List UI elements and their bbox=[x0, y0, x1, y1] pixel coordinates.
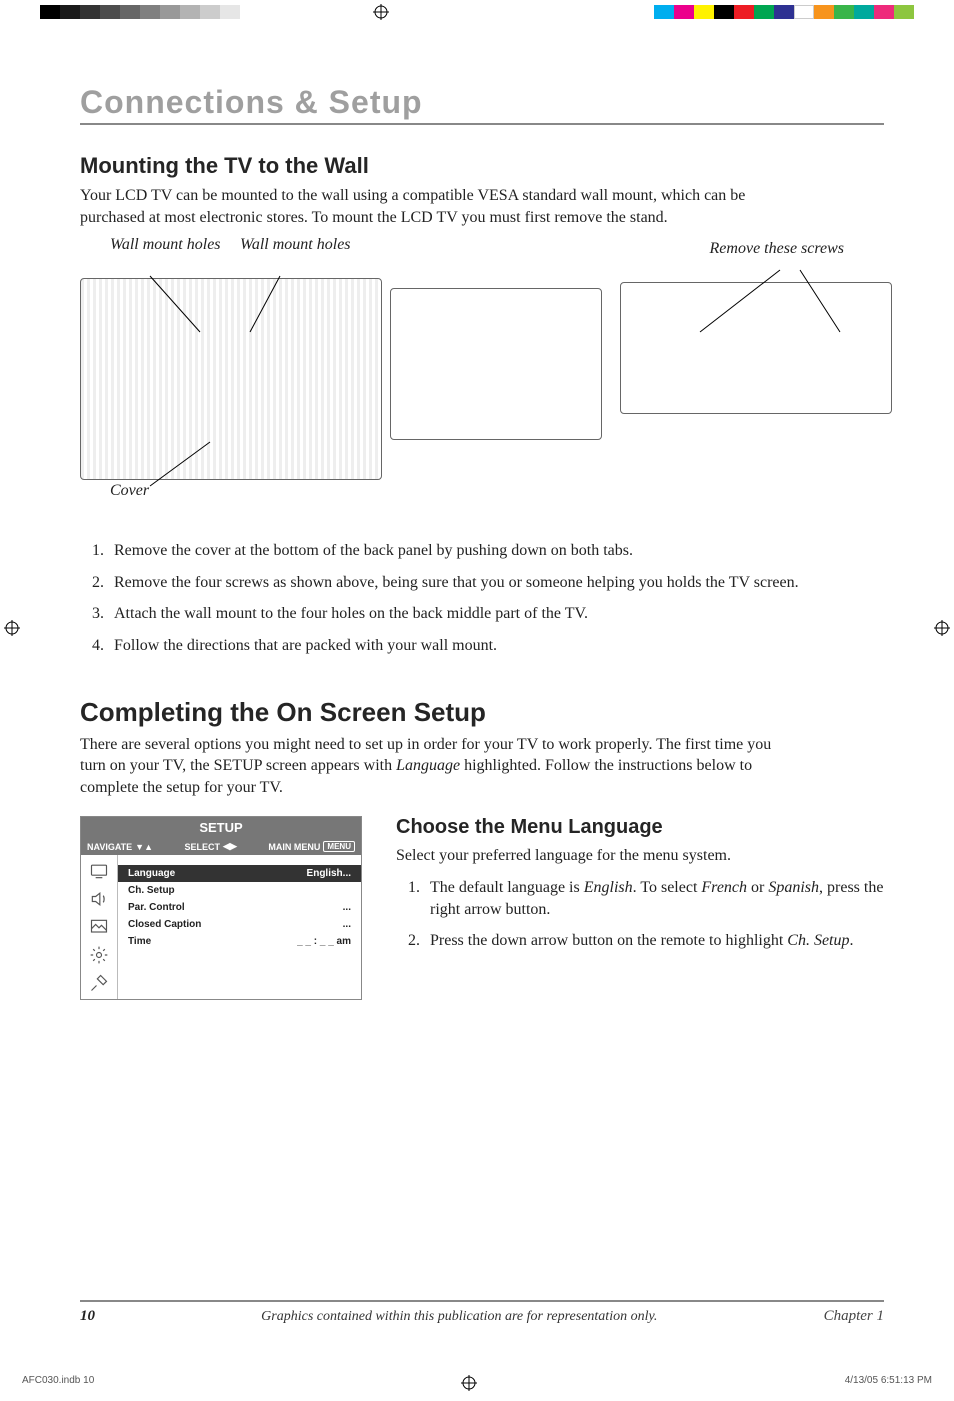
tools-icon bbox=[88, 973, 110, 993]
osd-select-label: SELECT bbox=[185, 842, 221, 852]
list-item: Remove the cover at the bottom of the ba… bbox=[108, 540, 842, 562]
list-item: Follow the directions that are packed wi… bbox=[108, 635, 842, 657]
osd-title: SETUP bbox=[81, 817, 361, 838]
osd-row-language: LanguageEnglish... bbox=[118, 865, 361, 882]
page-footer: 10 Graphics contained within this public… bbox=[80, 1300, 884, 1325]
osd-menu-list: LanguageEnglish... Ch. Setup Par. Contro… bbox=[118, 855, 361, 999]
list-item: Attach the wall mount to the four holes … bbox=[108, 603, 842, 625]
leader-lines bbox=[80, 242, 900, 502]
registration-mark-icon bbox=[461, 1375, 477, 1391]
menu-pill: MENU bbox=[323, 841, 355, 852]
page-number: 10 bbox=[80, 1308, 95, 1325]
osd-row-chsetup: Ch. Setup bbox=[118, 882, 361, 899]
list-item: Remove the four screws as shown above, b… bbox=[108, 572, 842, 594]
osd-icon-column bbox=[81, 855, 118, 999]
language-steps: The default language is English. To sele… bbox=[396, 877, 884, 952]
onscreen-intro: There are several options you might need… bbox=[80, 734, 800, 799]
osd-row-parcontrol: Par. Control... bbox=[118, 899, 361, 916]
footer-note: Graphics contained within this publicati… bbox=[95, 1309, 824, 1325]
slug-timestamp: 4/13/05 6:51:13 PM bbox=[845, 1375, 932, 1391]
osd-row-time: Time_ _ : _ _ am bbox=[118, 933, 361, 950]
grayscale-swatches bbox=[40, 5, 240, 19]
section-heading-mounting: Mounting the TV to the Wall bbox=[80, 153, 884, 179]
picture-icon bbox=[88, 917, 110, 937]
mounting-steps: Remove the cover at the bottom of the ba… bbox=[80, 540, 842, 656]
osd-setup-panel: SETUP NAVIGATE ▼▲ SELECT ◀▶ MAIN MENU ME… bbox=[80, 816, 362, 1000]
section-heading-onscreen: Completing the On Screen Setup bbox=[80, 697, 884, 728]
registration-mark-icon bbox=[373, 4, 389, 20]
chapter-label: Chapter 1 bbox=[824, 1308, 884, 1325]
osd-row-closedcaption: Closed Caption... bbox=[118, 916, 361, 933]
mounting-intro: Your LCD TV can be mounted to the wall u… bbox=[80, 185, 800, 228]
osd-hint-bar: NAVIGATE ▼▲ SELECT ◀▶ MAIN MENU MENU bbox=[81, 838, 361, 855]
osd-mainmenu-label: MAIN MENU bbox=[268, 842, 320, 852]
section-heading-language: Choose the Menu Language bbox=[396, 816, 884, 839]
text-emphasis: Language bbox=[396, 757, 460, 774]
speaker-icon bbox=[88, 889, 110, 909]
printer-color-bar bbox=[0, 0, 954, 24]
list-item: The default language is English. To sele… bbox=[424, 877, 884, 920]
mounting-diagram: Wall mount holes Wall mount holes Remove… bbox=[80, 242, 884, 522]
language-intro: Select your preferred language for the m… bbox=[396, 845, 884, 867]
page-title: Connections & Setup bbox=[80, 84, 884, 125]
print-slug-line: AFC030.indb 10 4/13/05 6:51:13 PM bbox=[0, 1355, 954, 1401]
slug-file: AFC030.indb 10 bbox=[22, 1375, 94, 1391]
osd-nav-label: NAVIGATE bbox=[87, 842, 132, 852]
tv-icon bbox=[88, 861, 110, 881]
list-item: Press the down arrow button on the remot… bbox=[424, 930, 884, 952]
color-swatches bbox=[654, 5, 914, 19]
gear-icon bbox=[88, 945, 110, 965]
